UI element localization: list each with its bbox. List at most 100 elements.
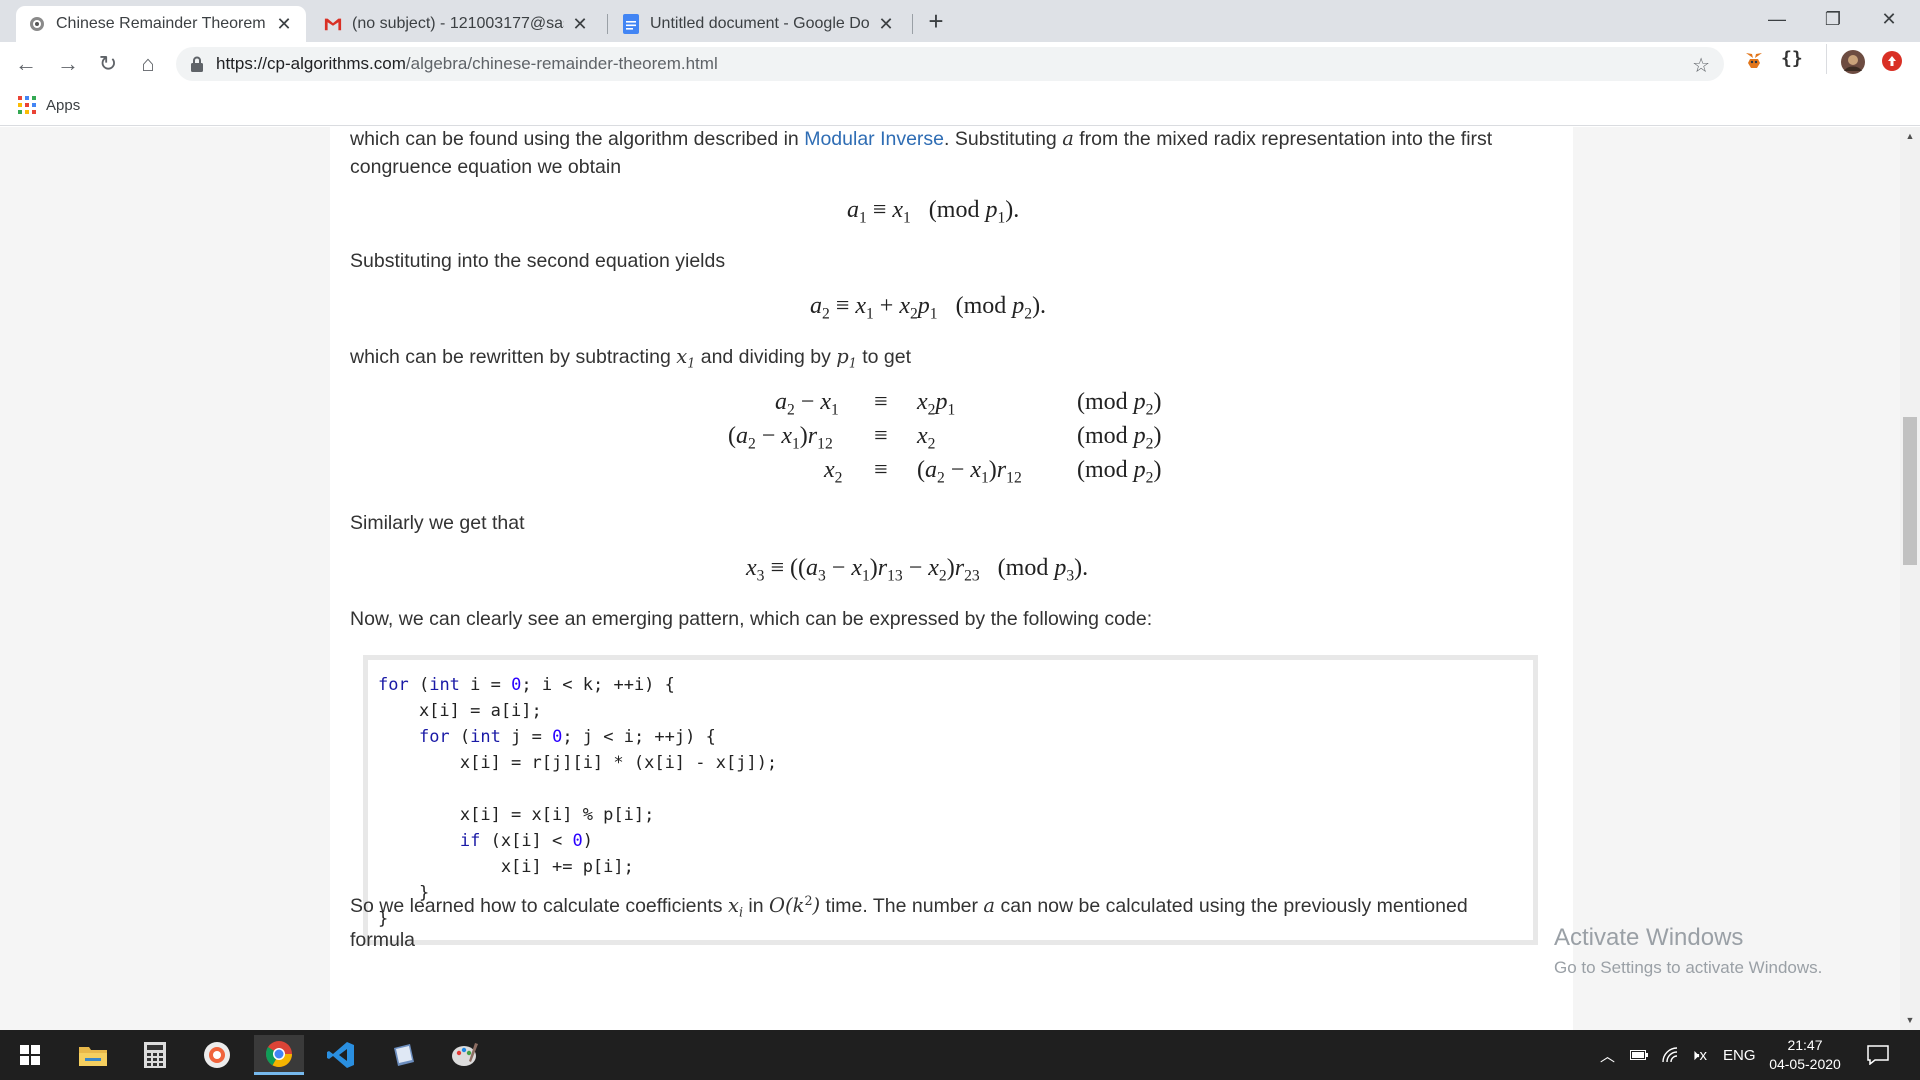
watermark-title: Activate Windows [1554,924,1744,951]
calculator-icon[interactable] [130,1035,180,1075]
eq-row-2-left: (a2 − x1)r12 [728,423,833,453]
text: time. The number [820,894,984,917]
text: So we learned how to calculate coefficie… [350,894,728,917]
code-line-8: x[i] += p[i]; [378,857,634,877]
language-indicator[interactable]: ENG [1723,1030,1756,1080]
bookmark-star-icon[interactable]: ☆ [1692,53,1710,78]
minimize-button[interactable]: — [1749,0,1805,38]
close-window-button[interactable]: ✕ [1861,0,1917,38]
wifi-icon[interactable] [1662,1030,1680,1080]
clock-time: 21:47 [1787,1037,1823,1053]
watermark-subtitle: Go to Settings to activate Windows. [1554,958,1823,977]
activate-windows-watermark: Activate Windows Go to Settings to activ… [1554,924,1822,978]
bookmarks-bar: Apps [0,86,1920,126]
text: formula [350,929,416,952]
cp-algorithms-favicon [28,15,46,33]
scroll-down-arrow[interactable]: ▼ [1900,1015,1920,1025]
paragraph-similarly: Similarly we get that [350,512,525,534]
eq-row-3-equiv: ≡ [874,457,888,483]
text: which can be rewritten by subtracting [350,346,677,368]
eq-row-1-right: x2p1 [917,389,956,419]
tab-strip: Chinese Remainder Theorem - Co ✕ (no sub… [0,0,1920,42]
tab-separator [607,14,608,34]
code-line-4: x[i] = r[j][i] * (x[i] - x[j]); [378,753,778,773]
back-button[interactable]: ← [12,50,40,78]
text: which can be found using the algorithm d… [350,128,805,150]
new-tab-button[interactable]: + [921,6,951,36]
gmail-icon [324,15,342,33]
url-text: https://cp-algorithms.com/algebra/chines… [216,54,718,74]
math-big-o: O(k2) [769,893,821,917]
eq-row-1-left: a2 − x1 [775,389,839,419]
system-clock[interactable]: 21:47 04-05-2020 [1760,1036,1850,1074]
equation-2: a2 ≡ x1 + x2p1 (mod p2). [810,293,1047,323]
eq-row-2-right: x2 [917,423,936,453]
browser-toolbar: ← → ↻ ⌂ https://cp-algorithms.com/algebr… [0,42,1920,86]
text: to get [856,346,912,368]
windows-taskbar: ︿ 🕨x ENG 21:47 04-05-2020 [0,1030,1920,1080]
paragraph-rewritten: which can be rewritten by subtracting x1… [350,343,1550,377]
apps-shortcut[interactable]: Apps [18,96,80,114]
volume-muted-icon[interactable]: 🕨x [1690,1030,1707,1080]
tab-gmail[interactable]: (no subject) - 121003177@sastra ✕ [312,6,602,42]
equation-3: x3 ≡ ((a3 − x1)r13 − x2)r23 (mod p3). [746,555,1089,585]
apps-grid-icon [18,96,36,114]
eq-row-2-equiv: ≡ [874,423,888,449]
text: from the mixed radix representation into… [1073,128,1493,150]
show-hidden-icons[interactable]: ︿ [1600,1030,1615,1080]
paragraph-pattern: Now, we can clearly see an emerging patt… [350,608,1153,630]
paint-app-icon[interactable] [440,1035,490,1075]
close-tab-icon[interactable]: ✕ [570,14,590,35]
google-docs-icon [622,14,640,34]
reload-button[interactable]: ↻ [94,50,122,78]
math-xi: xi [727,893,744,920]
notification-center-icon[interactable] [1867,1030,1889,1080]
app-circle-icon[interactable] [192,1035,242,1075]
eq-row-2-mod: (mod p2) [1077,423,1162,453]
text: . Substituting [944,128,1063,150]
code-line-7: if (x[i] < 0) [459,831,593,851]
code-line-1: for (int i = 0; i < k; ++i) { [378,675,675,695]
clock-date: 04-05-2020 [1769,1056,1841,1072]
eq-row-1-mod: (mod p2) [1077,389,1162,419]
apps-label: Apps [46,96,81,114]
math-x1: x1 [676,345,696,371]
code-line-6: x[i] = x[i] % p[i]; [378,805,655,825]
math-p1: p1 [836,345,857,371]
code-line-2: x[i] = a[i]; [378,701,542,721]
scroll-up-arrow[interactable]: ▲ [1900,131,1920,141]
scrollbar-thumb[interactable] [1903,417,1917,565]
tab-title: Untitled document - Google Doc [650,15,870,32]
file-explorer-icon[interactable] [68,1035,118,1075]
paragraph-conclusion: So we learned how to calculate coefficie… [350,887,1550,954]
eq-row-3-mod: (mod p2) [1077,457,1162,487]
battery-icon[interactable] [1630,1030,1648,1080]
forward-button[interactable]: → [54,50,82,78]
text: and dividing by [695,346,837,368]
page-scrollbar[interactable]: ▲ ▼ [1900,127,1920,1030]
close-tab-icon[interactable]: ✕ [876,14,896,35]
paragraph-second-equation: Substituting into the second equation yi… [350,250,726,272]
modular-inverse-link[interactable]: Modular Inverse [804,128,944,150]
metamask-icon[interactable] [1744,50,1764,75]
close-tab-icon[interactable]: ✕ [274,14,294,35]
restore-button[interactable]: ❐ [1805,0,1861,38]
chrome-icon[interactable] [254,1035,304,1075]
eq-row-3-right: (a2 − x1)r12 [917,457,1022,487]
vscode-icon[interactable] [316,1035,366,1075]
math-a: a [1062,127,1074,150]
eq-row-1-equiv: ≡ [874,389,888,415]
math-a: a [983,893,996,917]
avatar[interactable] [1841,50,1865,79]
notes-app-icon[interactable] [378,1035,428,1075]
windows-start-icon[interactable] [5,1035,55,1075]
address-bar[interactable]: https://cp-algorithms.com/algebra/chines… [176,47,1724,81]
json-viewer-icon[interactable]: {} [1781,48,1803,69]
tab-google-docs[interactable]: Untitled document - Google Doc ✕ [610,6,908,42]
tab-cp-algorithms[interactable]: Chinese Remainder Theorem - Co ✕ [16,6,306,42]
lock-icon [191,56,203,72]
toolbar-separator [1826,44,1827,74]
home-button[interactable]: ⌂ [134,50,162,78]
update-icon[interactable] [1882,51,1902,76]
article-content: which can be found using the algorithm d… [330,127,1573,1030]
